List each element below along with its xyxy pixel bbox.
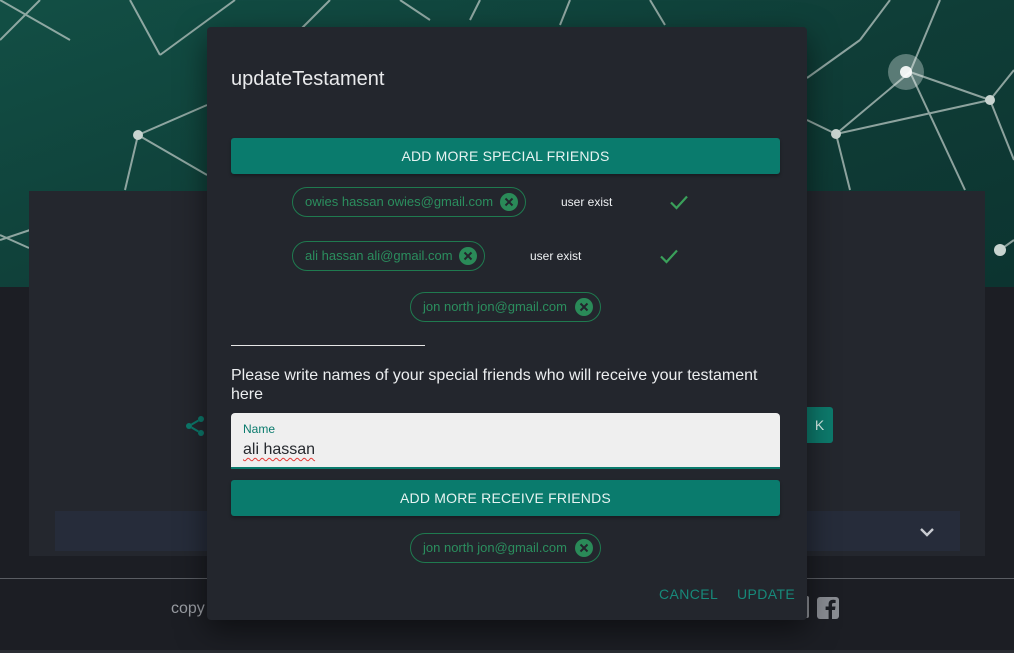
chip-label: jon north jon@gmail.com xyxy=(423,540,567,555)
chip-label: ali hassan ali@gmail.com xyxy=(305,248,453,263)
remove-chip-icon[interactable] xyxy=(575,298,593,316)
dialog-title: updateTestament xyxy=(231,68,385,90)
special-friend-chip[interactable]: owies hassan owies@gmail.com xyxy=(292,187,526,217)
cancel-button[interactable]: CANCEL xyxy=(659,586,718,602)
special-friend-chip[interactable]: jon north jon@gmail.com xyxy=(410,292,601,322)
add-special-friends-button[interactable]: ADD MORE SPECIAL FRIENDS xyxy=(231,138,780,174)
user-status: user exist xyxy=(561,195,613,209)
user-status: user exist xyxy=(530,249,582,263)
special-friend-chip[interactable]: ali hassan ali@gmail.com xyxy=(292,241,485,271)
add-receive-friends-button[interactable]: ADD MORE RECEIVE FRIENDS xyxy=(231,480,780,516)
receive-instructions: Please write names of your special frien… xyxy=(231,367,758,403)
remove-chip-icon[interactable] xyxy=(575,539,593,557)
check-icon xyxy=(660,249,678,264)
share-icon[interactable] xyxy=(183,414,207,438)
check-icon xyxy=(670,195,688,210)
update-testament-dialog: updateTestament ADD MORE SPECIAL FRIENDS… xyxy=(207,27,807,620)
name-field-label: Name xyxy=(243,422,276,436)
chip-label: jon north jon@gmail.com xyxy=(423,299,567,314)
name-field[interactable]: Name ali hassan xyxy=(231,413,780,469)
chevron-down-icon[interactable] xyxy=(915,520,939,544)
chip-label: owies hassan owies@gmail.com xyxy=(305,194,494,209)
facebook-icon[interactable] xyxy=(816,596,840,620)
remove-chip-icon[interactable] xyxy=(459,247,477,265)
name-field-value[interactable]: ali hassan xyxy=(243,441,315,459)
footer-copyright: copy xyxy=(171,600,205,617)
update-button[interactable]: UPDATE xyxy=(737,586,795,602)
receive-friend-chip[interactable]: jon north jon@gmail.com xyxy=(410,533,601,563)
remove-chip-icon[interactable] xyxy=(500,193,518,211)
section-divider xyxy=(231,345,425,346)
